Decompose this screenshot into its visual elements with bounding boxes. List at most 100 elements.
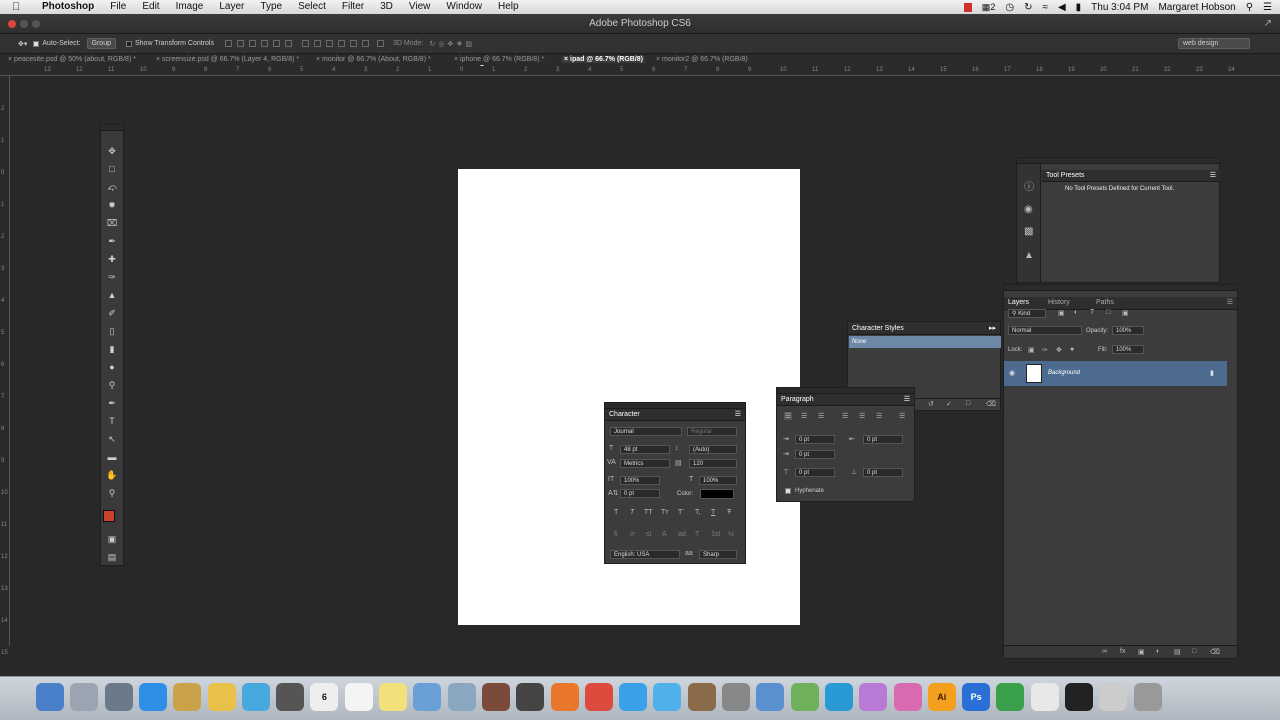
move-tool-icon[interactable]: ✥	[105, 145, 119, 157]
dock-safari-icon[interactable]	[619, 683, 648, 711]
dock-stickies-icon[interactable]	[379, 683, 407, 711]
apple-menu-icon[interactable]: 	[12, 1, 26, 13]
dock-calendar-icon[interactable]: 6	[310, 683, 339, 711]
dock-terminal-icon[interactable]	[1065, 683, 1093, 711]
battery-icon[interactable]: ▮	[1076, 2, 1082, 13]
old-style-icon[interactable]: ơ	[630, 531, 635, 538]
faux-italic-icon[interactable]: T	[630, 509, 634, 516]
layers-grip[interactable]	[1004, 285, 1237, 291]
distribute-right-icon[interactable]	[361, 40, 369, 47]
brush-tool-icon[interactable]: ✑	[105, 271, 119, 283]
panel-menu-icon[interactable]: ☰	[1210, 170, 1216, 181]
align-left-icon[interactable]	[260, 40, 268, 47]
3d-rotate-icon[interactable]: ↻	[429, 40, 435, 48]
align-bottom-icon[interactable]	[248, 40, 256, 47]
auto-align-icon[interactable]	[376, 40, 385, 47]
font-size-field[interactable]: 48 pt	[620, 445, 670, 454]
layer-name[interactable]: Background	[1048, 370, 1080, 376]
spotlight-icon[interactable]: ⚲	[1246, 2, 1253, 13]
link-layers-icon[interactable]: ∞	[1102, 648, 1107, 655]
dock-globe-icon[interactable]	[824, 683, 853, 711]
dock-app-store-icon[interactable]	[138, 683, 167, 711]
dodge-tool-icon[interactable]: ⚲	[105, 379, 119, 391]
dock-chrome-icon[interactable]	[584, 683, 613, 711]
tab-peacesite[interactable]: × peacesite.psd @ 50% (about, RGB/8) *	[8, 56, 136, 63]
new-group-icon[interactable]: ▤	[1174, 648, 1181, 656]
font-style-dropdown[interactable]: Regular	[687, 427, 737, 436]
shape-tool-icon[interactable]: ▬	[105, 451, 119, 463]
language-dropdown[interactable]: English: USA	[610, 550, 680, 559]
all-caps-icon[interactable]: TT	[644, 509, 653, 516]
new-style-icon[interactable]: □	[966, 400, 970, 407]
sync-icon[interactable]: ↻	[1024, 2, 1032, 13]
strikethrough-icon[interactable]: Ŧ	[727, 509, 731, 516]
dock-photo-booth-icon[interactable]	[481, 683, 510, 711]
dock-reminders-icon[interactable]	[344, 683, 373, 711]
faux-bold-icon[interactable]: T	[614, 509, 618, 516]
3d-roll-icon[interactable]: ◎	[438, 40, 444, 48]
tab-screensize[interactable]: × screensize.psd @ 66.7% (Layer 4, RGB/8…	[156, 56, 299, 63]
align-top-icon[interactable]	[224, 40, 232, 47]
lock-paint-icon[interactable]: ✑	[1042, 346, 1048, 354]
info-icon[interactable]: ⓘ	[1024, 178, 1034, 193]
auto-select-option[interactable]: Auto-Select:	[33, 40, 81, 47]
auto-select-checkbox[interactable]	[33, 40, 40, 47]
delete-style-icon[interactable]: ⌫	[986, 400, 996, 408]
quick-mask-icon[interactable]: ▣	[105, 533, 119, 545]
subscript-icon[interactable]: T,	[695, 509, 700, 516]
align-vcenter-icon[interactable]	[236, 40, 244, 47]
user-name[interactable]: Margaret Hobson	[1158, 2, 1235, 13]
pen-tool-icon[interactable]: ✒	[105, 397, 119, 409]
justify-all-icon[interactable]: ☰	[899, 412, 905, 420]
distribute-vcenter-icon[interactable]	[313, 40, 321, 47]
dock-system-prefs-icon[interactable]	[722, 683, 750, 711]
align-right-icon[interactable]	[284, 40, 292, 47]
tool-presets-title[interactable]: Tool Presets	[1046, 172, 1085, 179]
hyphenate-checkbox[interactable]	[785, 488, 791, 494]
clone-source-icon[interactable]: ▩	[1024, 226, 1033, 237]
healing-tool-icon[interactable]: ✚	[105, 253, 119, 265]
filter-smart-icon[interactable]: ▣	[1122, 309, 1129, 317]
menu-layer[interactable]: Layer	[211, 0, 252, 14]
dock-image-capture-icon[interactable]	[104, 683, 133, 711]
lasso-tool-icon[interactable]: ⤽	[105, 181, 119, 193]
tab-monitor[interactable]: × monitor @ 66.7% (About, RGB/8) *	[316, 56, 431, 63]
dock-iphoto-icon[interactable]	[447, 683, 476, 711]
menu-filter[interactable]: Filter	[334, 0, 372, 14]
tab-iphone[interactable]: × iphone @ 66.7% (RGB/8) *	[454, 56, 544, 63]
indent-left-field[interactable]: 0 pt	[795, 435, 835, 444]
transform-option[interactable]: Show Transform Controls	[126, 40, 214, 47]
menu-type[interactable]: Type	[252, 0, 290, 14]
fullscreen-icon[interactable]: ↗	[1264, 14, 1272, 34]
3d-slide-icon[interactable]: ❖	[456, 40, 462, 48]
dock-sketch-icon[interactable]	[859, 683, 888, 711]
dock-facetime-icon[interactable]	[276, 683, 305, 711]
horizontal-scale-field[interactable]: 100%	[699, 476, 737, 485]
panel-menu-icon[interactable]: ☰	[904, 394, 910, 406]
dock-trash-icon[interactable]	[1133, 683, 1162, 711]
add-mask-icon[interactable]: ▣	[1138, 648, 1145, 656]
menu-edit[interactable]: Edit	[134, 0, 167, 14]
dock-itunes-icon[interactable]	[653, 683, 682, 711]
align-hcenter-icon[interactable]	[272, 40, 280, 47]
move-tool-preset-icon[interactable]: ✥▾	[18, 40, 27, 48]
tab-paths[interactable]: Paths	[1096, 297, 1114, 308]
distribute-hcenter-icon[interactable]	[349, 40, 357, 47]
dock-dictionary-icon[interactable]	[756, 683, 785, 711]
gradient-tool-icon[interactable]: ▮	[105, 343, 119, 355]
baseline-shift-field[interactable]: 0 pt	[620, 489, 660, 498]
superscript-icon[interactable]: T'	[678, 509, 684, 516]
fill-field[interactable]: 100%	[1112, 345, 1144, 354]
distribute-left-icon[interactable]	[337, 40, 345, 47]
leading-field[interactable]: (Auto)	[689, 445, 737, 454]
close-window-icon[interactable]	[8, 20, 16, 28]
stamp-tool-icon[interactable]: ▲	[105, 289, 119, 301]
character-title[interactable]: Character	[609, 411, 640, 418]
clock[interactable]: Thu 3:04 PM	[1091, 2, 1148, 13]
layer-row-background[interactable]: ◉ Background ▮	[1004, 361, 1227, 386]
justify-right-icon[interactable]: ☰	[876, 412, 882, 420]
justify-center-icon[interactable]: ☰	[859, 412, 865, 420]
dock-launchpad-icon[interactable]	[70, 683, 99, 711]
opacity-field[interactable]: 100%	[1112, 326, 1144, 335]
blur-tool-icon[interactable]: ●	[105, 361, 119, 373]
